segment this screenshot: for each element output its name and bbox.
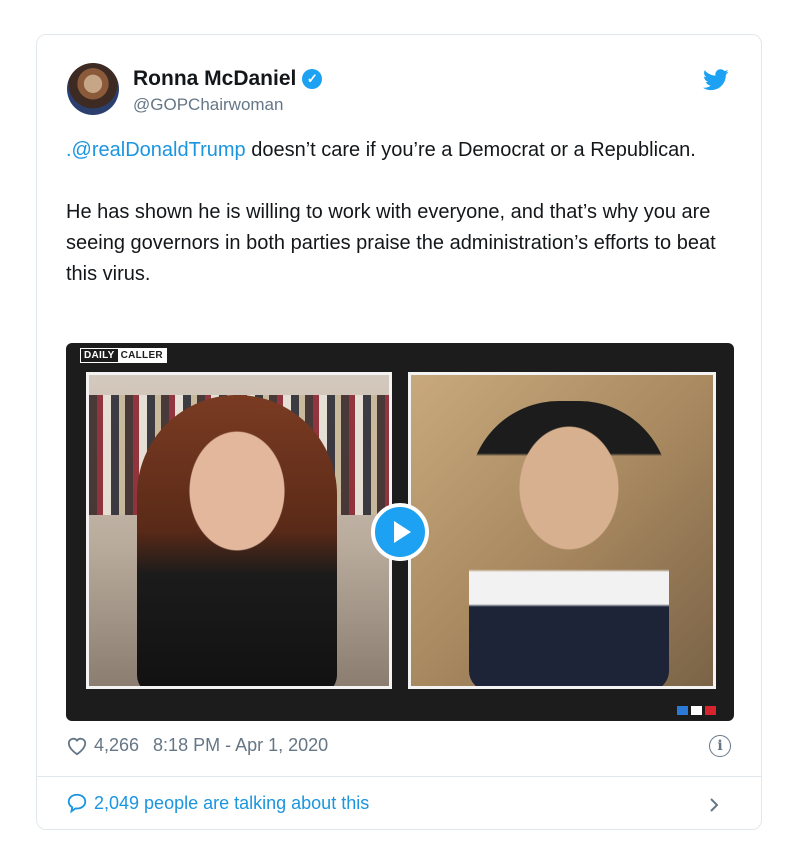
daily-caller-logo: DAILY CALLER: [80, 348, 167, 363]
logo-part-2: CALLER: [117, 349, 166, 362]
tweet-meta: 4,266 8:18 PM - Apr 1, 2020: [66, 735, 328, 756]
twitter-bird-icon[interactable]: [703, 69, 729, 91]
flag-blue: [677, 706, 688, 715]
mention-link[interactable]: .@realDonaldTrump: [66, 139, 246, 161]
play-button[interactable]: [371, 503, 429, 561]
tweet-text: .@realDonaldTrump doesn’t care if you’re…: [66, 135, 746, 290]
author-row: Ronna McDaniel ✓: [133, 67, 323, 91]
divider: [37, 776, 761, 777]
heart-icon[interactable]: [66, 736, 88, 756]
avatar[interactable]: [67, 63, 119, 115]
speaker-right: [469, 401, 669, 686]
tweet-paragraph-1: .@realDonaldTrump doesn’t care if you’re…: [66, 135, 746, 166]
timestamp[interactable]: 8:18 PM - Apr 1, 2020: [153, 735, 328, 756]
author-name[interactable]: Ronna McDaniel: [133, 67, 296, 91]
tweet-text-rest: doesn’t care if you’re a Democrat or a R…: [245, 139, 696, 161]
video-panel-right: [408, 372, 716, 689]
talking-text[interactable]: 2,049 people are talking about this: [94, 793, 369, 814]
video-panel-left: [86, 372, 392, 689]
verified-badge-icon: ✓: [302, 69, 323, 89]
like-count[interactable]: 4,266: [94, 735, 139, 756]
tweet-paragraph-2: He has shown he is willing to work with …: [66, 201, 716, 285]
speaker-left: [137, 395, 337, 686]
logo-part-1: DAILY: [81, 349, 118, 362]
talking-link[interactable]: 2,049 people are talking about this: [66, 792, 369, 814]
play-icon: [394, 521, 411, 543]
author-handle[interactable]: @GOPChairwoman: [133, 95, 283, 115]
video-player[interactable]: DAILY CALLER: [66, 343, 734, 721]
speech-bubble-icon: [67, 793, 87, 814]
chevron-right-icon[interactable]: [705, 795, 723, 815]
flag-white: [691, 706, 702, 715]
brand-flags: [677, 706, 716, 715]
tweet-card: Ronna McDaniel ✓ @GOPChairwoman .@realDo…: [36, 34, 762, 830]
flag-red: [705, 706, 716, 715]
info-icon[interactable]: i: [709, 735, 731, 757]
